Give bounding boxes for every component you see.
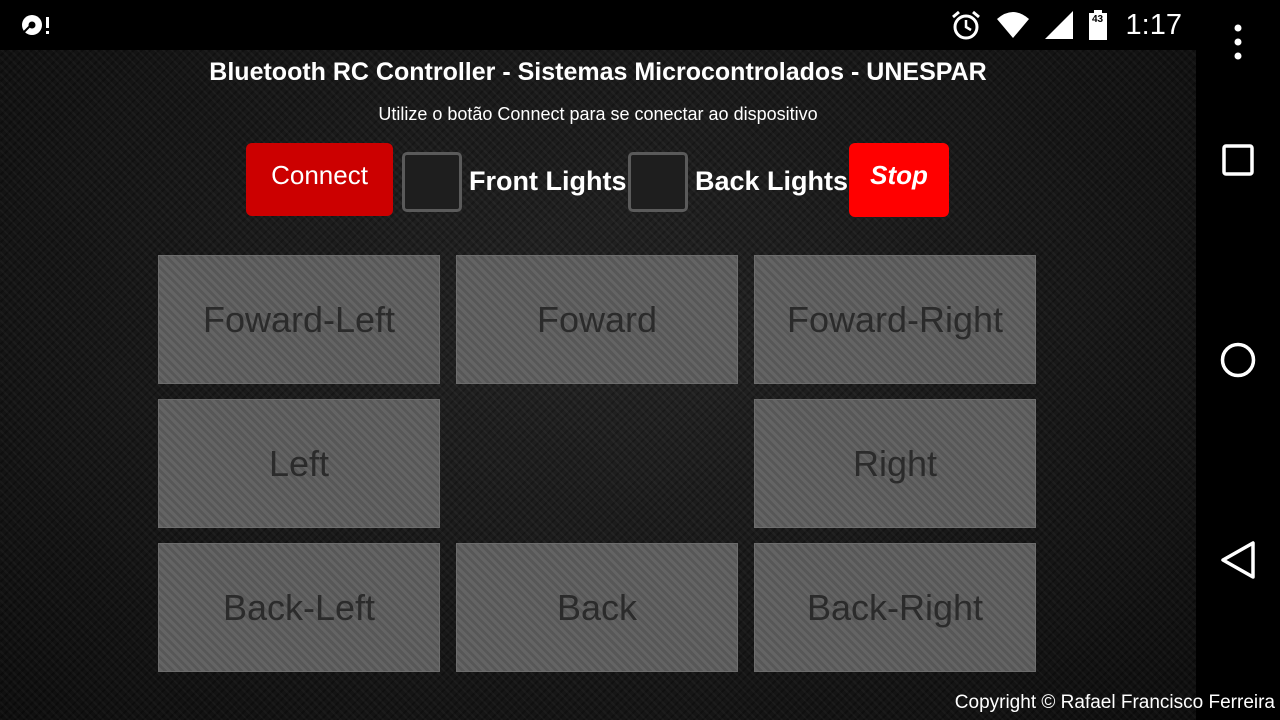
back-lights-checkbox[interactable] <box>628 152 688 212</box>
page-subtitle: Utilize o botão Connect para se conectar… <box>378 104 818 124</box>
forward-left-button[interactable]: Foward-Left <box>158 255 440 384</box>
battery-level-text: 43 <box>1091 14 1104 25</box>
stop-button[interactable]: Stop <box>849 143 949 217</box>
left-button[interactable]: Left <box>158 399 440 528</box>
recents-button[interactable] <box>1196 138 1280 182</box>
right-button[interactable]: Right <box>754 399 1036 528</box>
overflow-menu-icon <box>1234 24 1242 60</box>
debug-notification-icon <box>22 15 49 35</box>
front-lights-checkbox[interactable] <box>402 152 462 212</box>
page-title: Bluetooth RC Controller - Sistemas Micro… <box>209 58 987 86</box>
back-nav-button[interactable] <box>1196 538 1280 582</box>
front-lights-label[interactable]: Front Lights <box>469 166 626 197</box>
back-left-button[interactable]: Back-Left <box>158 543 440 672</box>
back-triangle-icon <box>1221 541 1255 579</box>
recents-square-icon <box>1222 144 1254 176</box>
status-clock: 1:17 <box>1125 8 1182 41</box>
battery-icon: 43 <box>1088 10 1108 40</box>
cell-signal-icon <box>1044 11 1073 39</box>
status-bar: 43 1:17 <box>0 0 1196 50</box>
wifi-signal-icon <box>996 12 1029 38</box>
home-circle-icon <box>1220 342 1256 378</box>
screen: 43 1:17 Bluetooth RC Controller - Sistem… <box>0 0 1280 720</box>
alarm-clock-icon <box>951 10 980 40</box>
back-right-button[interactable]: Back-Right <box>754 543 1036 672</box>
copyright-text: Copyright © Rafael Francisco Ferreira <box>954 692 1275 713</box>
back-button[interactable]: Back <box>456 543 738 672</box>
overflow-menu-button[interactable] <box>1196 20 1280 64</box>
back-lights-label[interactable]: Back Lights <box>695 166 848 197</box>
forward-button[interactable]: Foward <box>456 255 738 384</box>
forward-right-button[interactable]: Foward-Right <box>754 255 1036 384</box>
navigation-bar <box>1196 0 1280 720</box>
home-button[interactable] <box>1196 338 1280 382</box>
status-icons: 43 1:17 <box>950 0 1182 50</box>
connect-button[interactable]: Connect <box>246 143 393 216</box>
